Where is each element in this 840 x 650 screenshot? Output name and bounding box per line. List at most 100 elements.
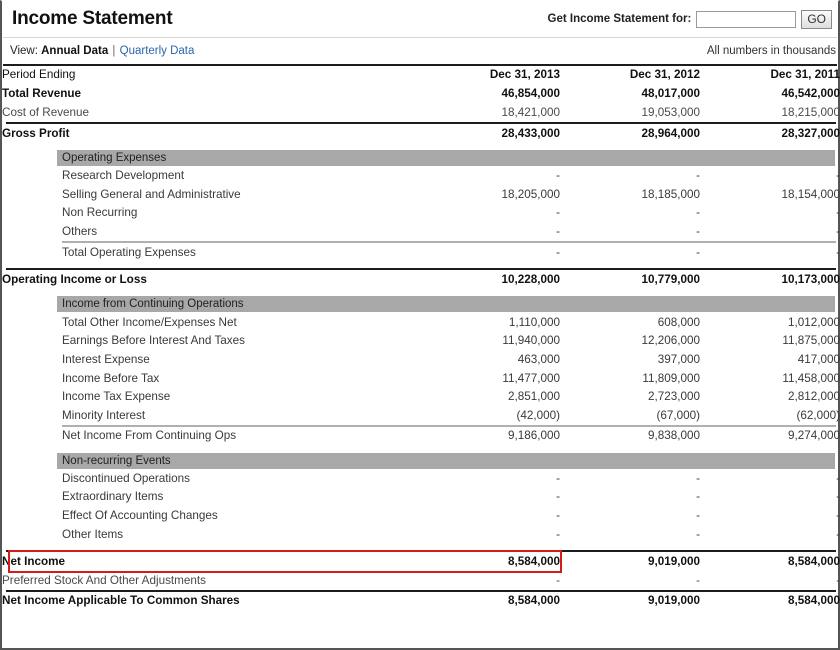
spacer-cell <box>2 261 840 268</box>
table-row: Gross Profit 28,433,000 28,964,000 28,327,0… <box>2 124 840 143</box>
section-band-filler-2 <box>700 149 840 166</box>
ticker-input[interactable] <box>696 10 797 28</box>
section-band-filler-1 <box>560 296 700 313</box>
view-quarterly-data[interactable]: Quarterly Data <box>120 45 195 57</box>
row-value-1: 28,964,000 <box>641 126 701 140</box>
row-label: Effect Of Accounting Changes <box>62 509 218 523</box>
page-header: Income Statement Get Income Statement fo… <box>2 1 838 37</box>
section-band <box>420 149 560 166</box>
section-header-label: Income from Continuing Operations <box>57 296 420 313</box>
row-value-0: - <box>556 509 560 523</box>
row-value-0: 18,421,000 <box>501 105 561 119</box>
section-header-cell: Income from Continuing Operations <box>2 296 420 313</box>
row-value-1: 608,000 <box>657 315 700 329</box>
section-band-filler-0 <box>420 149 560 166</box>
row-value-1: - <box>696 224 700 238</box>
row-value-1: - <box>696 573 700 587</box>
row-value-2: 11,458,000 <box>782 371 840 385</box>
row-value-0: (42,000) <box>516 408 560 422</box>
row-value-2: 1,012,000 <box>788 315 840 329</box>
row-label: Extraordinary Items <box>62 490 164 504</box>
view-label: View: <box>10 45 38 57</box>
row-value-2: - <box>836 490 840 504</box>
row-value-0: 1,110,000 <box>508 315 560 329</box>
table-row: Extraordinary Items - - - <box>2 488 840 507</box>
row-value-2: 46,542,000 <box>781 87 840 101</box>
table-row: Net Income 8,584,000 9,019,000 8,584,000 <box>2 552 840 571</box>
row-value-0: 18,205,000 <box>501 187 561 201</box>
table-row: Total Revenue 46,854,000 48,017,000 46,542,… <box>2 85 840 104</box>
table-row: Preferred Stock And Other Adjustments - - - <box>2 571 840 590</box>
row-value-2: 2,812,000 <box>788 390 840 404</box>
row-value-0: 10,228,000 <box>501 273 561 287</box>
row-value-2: - <box>836 169 840 183</box>
go-button[interactable]: GO <box>801 9 832 29</box>
row-value-2: - <box>836 206 840 220</box>
row-label: Operating Income or Loss <box>2 273 147 287</box>
table-row: Income Tax Expense 2,851,000 2,723,000 2,81… <box>2 387 840 406</box>
row-label: Selling General and Administrative <box>62 187 241 201</box>
row-value-0: - <box>556 245 560 259</box>
row-value-1: 9,019,000 <box>648 555 700 569</box>
table-row: Non Recurring - - - <box>2 204 840 223</box>
table-row: Earnings Before Interest And Taxes 11,940… <box>2 332 840 351</box>
row-value-0: - <box>556 224 560 238</box>
row-label: Net Income From Continuing Ops <box>62 429 237 443</box>
view-toolbar: View: Annual Data | Quarterly Data All n… <box>2 38 838 64</box>
section-band-filler-0 <box>420 452 560 469</box>
income-statement-table: Period Ending Dec 31, 2013 Dec 31, 2012 Dec… <box>2 66 840 610</box>
table-row: Net Income Applicable To Common Shares 8,… <box>2 592 840 611</box>
row-label: Non Recurring <box>62 206 138 220</box>
section-header-cell: Non-recurring Events <box>2 452 420 469</box>
row-label: Cost of Revenue <box>2 105 90 119</box>
row-value-0: 46,854,000 <box>501 87 561 101</box>
row-label: Minority Interest <box>62 408 146 422</box>
section-header-label: Non-recurring Events <box>57 452 420 469</box>
table-row: Others - - - <box>2 222 840 241</box>
period-column-header-1: Dec 31, 2012 <box>629 68 700 82</box>
table-row: Other Items - - - <box>2 525 840 544</box>
section-band <box>560 296 700 313</box>
row-value-1: - <box>696 471 700 485</box>
row-label: Research Development <box>62 169 185 183</box>
row-value-1: - <box>696 245 700 259</box>
ticker-lookup-label: Get Income Statement for: <box>547 13 692 25</box>
row-label: Preferred Stock And Other Adjustments <box>2 573 206 587</box>
statement-table-body: Period Ending Dec 31, 2013 Dec 31, 2012 Dec… <box>2 66 840 610</box>
income-statement-page: Income Statement Get Income Statement fo… <box>0 0 840 650</box>
row-spacer <box>2 543 840 550</box>
section-band <box>700 149 835 166</box>
row-value-0: 8,584,000 <box>508 594 560 608</box>
section-band-filler-0 <box>420 296 560 313</box>
row-value-0: 8,584,000 <box>508 555 560 569</box>
row-spacer <box>2 445 840 452</box>
row-value-0: - <box>556 527 560 541</box>
row-value-0: 28,433,000 <box>501 126 561 140</box>
view-annual-data[interactable]: Annual Data <box>41 45 108 57</box>
spacer-cell <box>2 445 840 452</box>
row-value-2: (62,000) <box>796 408 840 422</box>
row-label: Income Tax Expense <box>62 390 171 404</box>
row-label: Total Operating Expenses <box>62 245 196 259</box>
row-value-1: - <box>696 490 700 504</box>
units-note: All numbers in thousands <box>706 45 836 57</box>
view-separator: | <box>112 45 116 57</box>
row-spacer <box>2 142 840 149</box>
table-row: Operating Income or Loss 10,228,000 10,779… <box>2 270 840 289</box>
ticker-lookup-form: Get Income Statement for: GO <box>547 9 832 29</box>
row-spacer <box>2 289 840 296</box>
row-value-1: 9,019,000 <box>648 594 700 608</box>
section-band-filler-2 <box>700 296 840 313</box>
row-value-1: (67,000) <box>656 408 700 422</box>
row-value-0: - <box>556 206 560 220</box>
row-value-2: - <box>836 245 840 259</box>
row-label: Income Before Tax <box>62 371 160 385</box>
section-header-row: Income from Continuing Operations <box>2 296 840 313</box>
row-label: Total Revenue <box>2 87 82 101</box>
section-band <box>420 296 560 313</box>
table-row: Cost of Revenue 18,421,000 19,053,000 18,21… <box>2 103 840 122</box>
spacer-cell <box>2 543 840 550</box>
table-row: Net Income From Continuing Ops 9,186,000 9… <box>2 427 840 446</box>
row-value-1: 18,185,000 <box>641 187 701 201</box>
section-band <box>700 452 835 469</box>
